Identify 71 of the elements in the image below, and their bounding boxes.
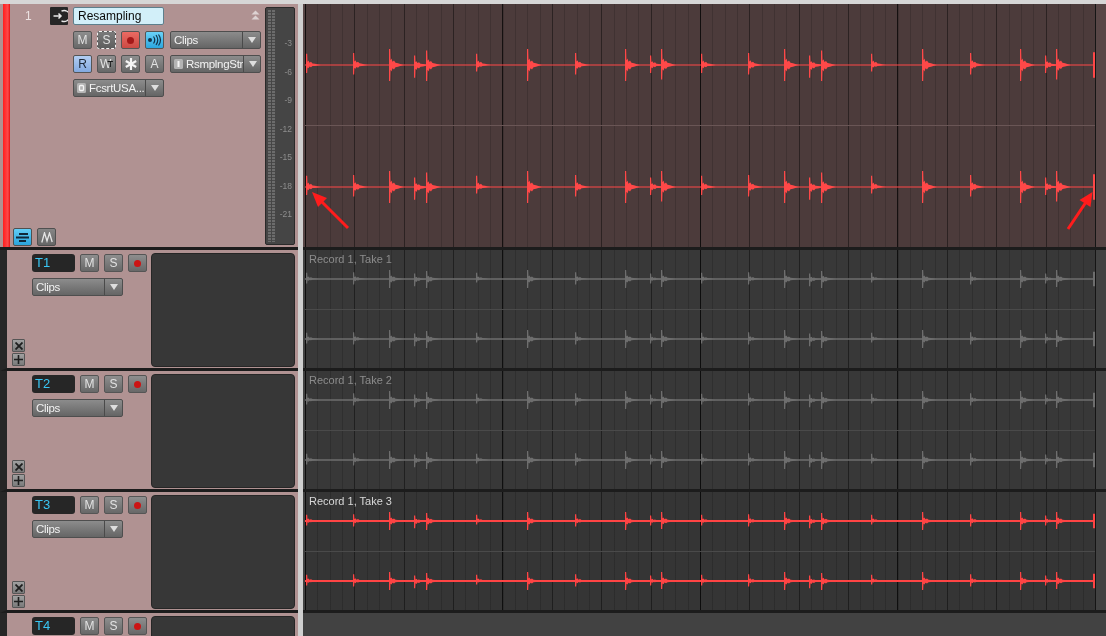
automation-button[interactable] bbox=[37, 228, 56, 246]
add-lane-button[interactable] bbox=[12, 474, 25, 487]
audio-clip[interactable]: Record 1, Take 1 bbox=[305, 250, 1096, 368]
input-echo-button[interactable] bbox=[145, 31, 164, 49]
toggle-button[interactable]: S bbox=[104, 254, 123, 272]
toggle-button[interactable]: M bbox=[80, 254, 99, 272]
toggle-button[interactable]: S bbox=[97, 31, 116, 49]
record-dot-icon bbox=[134, 501, 141, 509]
plus-icon bbox=[14, 476, 23, 485]
record-dot-icon bbox=[134, 622, 141, 630]
close-icon bbox=[14, 462, 23, 471]
meter-scale-label: -6 bbox=[284, 66, 292, 77]
toggle-button[interactable]: M bbox=[80, 496, 99, 514]
caret-icon bbox=[150, 85, 159, 91]
lane-name-field[interactable]: T4 bbox=[32, 617, 75, 635]
record-dot-icon bbox=[134, 259, 141, 267]
add-lane-button[interactable] bbox=[12, 595, 25, 608]
annotation-arrow bbox=[311, 191, 351, 231]
caret-icon bbox=[109, 405, 118, 411]
plus-icon bbox=[14, 597, 23, 606]
meter-scale-label: -15 bbox=[279, 152, 292, 162]
caret-icon bbox=[248, 61, 257, 67]
meter-scale-label: -9 bbox=[284, 95, 292, 105]
plus-icon bbox=[14, 355, 23, 364]
mode-dropdown[interactable]: Clips bbox=[32, 278, 123, 296]
toggle-button[interactable]: S bbox=[104, 617, 123, 635]
meter-scale-label: -21 bbox=[279, 209, 292, 219]
delete-lane-button[interactable] bbox=[12, 460, 25, 473]
delete-lane-button[interactable] bbox=[12, 339, 25, 352]
ring-square-icon bbox=[77, 83, 86, 93]
caret-icon bbox=[109, 526, 118, 532]
output-dropdown[interactable]: FcsrtUSA... bbox=[73, 79, 164, 97]
meter-scale-label: -18 bbox=[279, 180, 292, 191]
lane-name-field[interactable]: T2 bbox=[32, 375, 75, 393]
lane-name-field[interactable]: T1 bbox=[32, 254, 75, 272]
mode-dropdown[interactable]: Clips bbox=[32, 520, 123, 538]
caret-icon bbox=[109, 284, 118, 290]
close-icon bbox=[14, 341, 23, 350]
lane-name-field[interactable]: T3 bbox=[32, 496, 75, 514]
toggle-button[interactable]: M bbox=[73, 31, 92, 49]
clip-title: Record 1, Take 1 bbox=[309, 253, 392, 265]
toggle-button[interactable]: R bbox=[73, 55, 92, 73]
toggle-button[interactable]: M bbox=[80, 617, 99, 635]
record-dot-icon bbox=[127, 36, 134, 44]
meter-scale-label: -3 bbox=[284, 38, 292, 48]
mode-dropdown[interactable]: Clips bbox=[170, 31, 261, 49]
sound-waves-icon bbox=[147, 34, 162, 46]
track-name-field[interactable]: Resampling bbox=[73, 7, 164, 25]
record-dot-icon bbox=[134, 380, 141, 388]
zigzag-icon bbox=[40, 231, 53, 243]
bar-square-icon bbox=[174, 59, 183, 69]
track-number: 1 bbox=[24, 8, 33, 25]
toggle-button[interactable]: S bbox=[104, 375, 123, 393]
meter-scale-label: -12 bbox=[279, 123, 292, 134]
toggle-button[interactable]: S bbox=[104, 496, 123, 514]
delete-lane-button[interactable] bbox=[12, 581, 25, 594]
asterisk-button[interactable] bbox=[121, 55, 140, 73]
caret-icon bbox=[247, 37, 256, 43]
take-lanes-button[interactable] bbox=[13, 228, 32, 246]
audio-clip[interactable]: Record 1, Take 2 bbox=[305, 371, 1096, 489]
asterisk-icon bbox=[124, 58, 137, 70]
mode-dropdown[interactable]: Clips bbox=[32, 399, 123, 417]
input-dropdown[interactable]: RsmplngStr bbox=[170, 55, 261, 73]
audio-clip[interactable]: Record 1, Take 3 bbox=[305, 492, 1096, 610]
close-icon bbox=[14, 583, 23, 592]
clip-title: Record 1, Take 2 bbox=[309, 374, 392, 386]
clip-title: Record 1, Take 3 bbox=[309, 495, 392, 507]
add-lane-button[interactable] bbox=[12, 353, 25, 366]
toggle-button[interactable]: M bbox=[80, 375, 99, 393]
toggle-button[interactable]: A bbox=[145, 55, 164, 73]
bars-icon bbox=[16, 232, 29, 242]
